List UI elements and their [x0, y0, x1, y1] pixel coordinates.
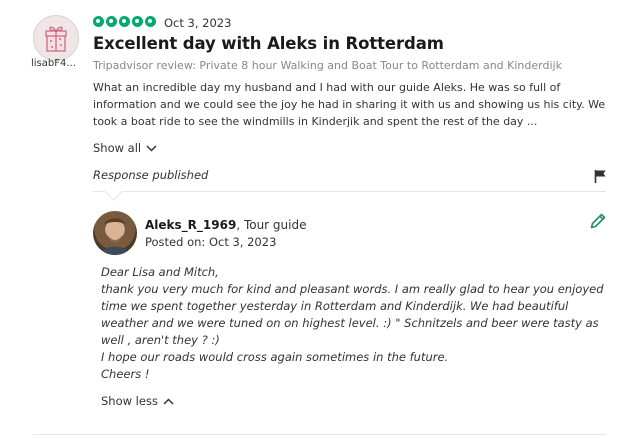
review-body: What an incredible day my husband and I … [93, 81, 606, 128]
rating-bubble-icon [132, 16, 143, 27]
show-all-button[interactable]: Show all [93, 141, 157, 155]
rating-bubble-icon [93, 16, 104, 27]
response-notch [104, 182, 123, 201]
chevron-up-icon [163, 397, 174, 405]
review-subtitle: Tripadvisor review: Private 8 hour Walki… [93, 59, 562, 72]
response-line: Cheers ! [101, 367, 150, 381]
rating-bubble-icon [145, 16, 156, 27]
reviewer-username[interactable]: lisabF4... [31, 58, 76, 69]
show-all-label: Show all [93, 141, 142, 155]
response-line: thank you very much for kind and pleasan… [101, 282, 604, 347]
response-text: Dear Lisa and Mitch, thank you very much… [101, 264, 606, 383]
guide-avatar[interactable] [93, 211, 137, 255]
response-published-label: Response published [93, 168, 209, 182]
gift-avatar-icon [45, 26, 67, 52]
edit-response-button[interactable] [589, 212, 607, 234]
guide-name[interactable]: Aleks_R_1969 [145, 218, 236, 232]
response-line: Dear Lisa and Mitch, [101, 265, 219, 279]
review-title[interactable]: Excellent day with Aleks in Rotterdam [93, 34, 444, 53]
guide-name-line: Aleks_R_1969, Tour guide [145, 218, 306, 232]
show-less-label: Show less [101, 394, 158, 408]
reviewer-avatar[interactable] [33, 15, 79, 61]
rating-bubble-icon [106, 16, 117, 27]
flag-icon [594, 170, 606, 183]
pencil-icon [590, 213, 606, 229]
response-divider [93, 191, 606, 192]
response-posted-date: Posted on: Oct 3, 2023 [145, 235, 277, 249]
show-less-button[interactable]: Show less [101, 394, 174, 408]
response-line: I hope our roads would cross again somet… [101, 350, 449, 364]
rating-bubbles [93, 16, 156, 27]
guide-role: , Tour guide [236, 218, 307, 232]
guide-photo-icon [99, 218, 131, 255]
review-separator [33, 434, 606, 435]
chevron-down-icon [146, 144, 157, 152]
rating-bubble-icon [119, 16, 130, 27]
flag-button[interactable] [594, 168, 607, 187]
review-date: Oct 3, 2023 [164, 16, 232, 30]
